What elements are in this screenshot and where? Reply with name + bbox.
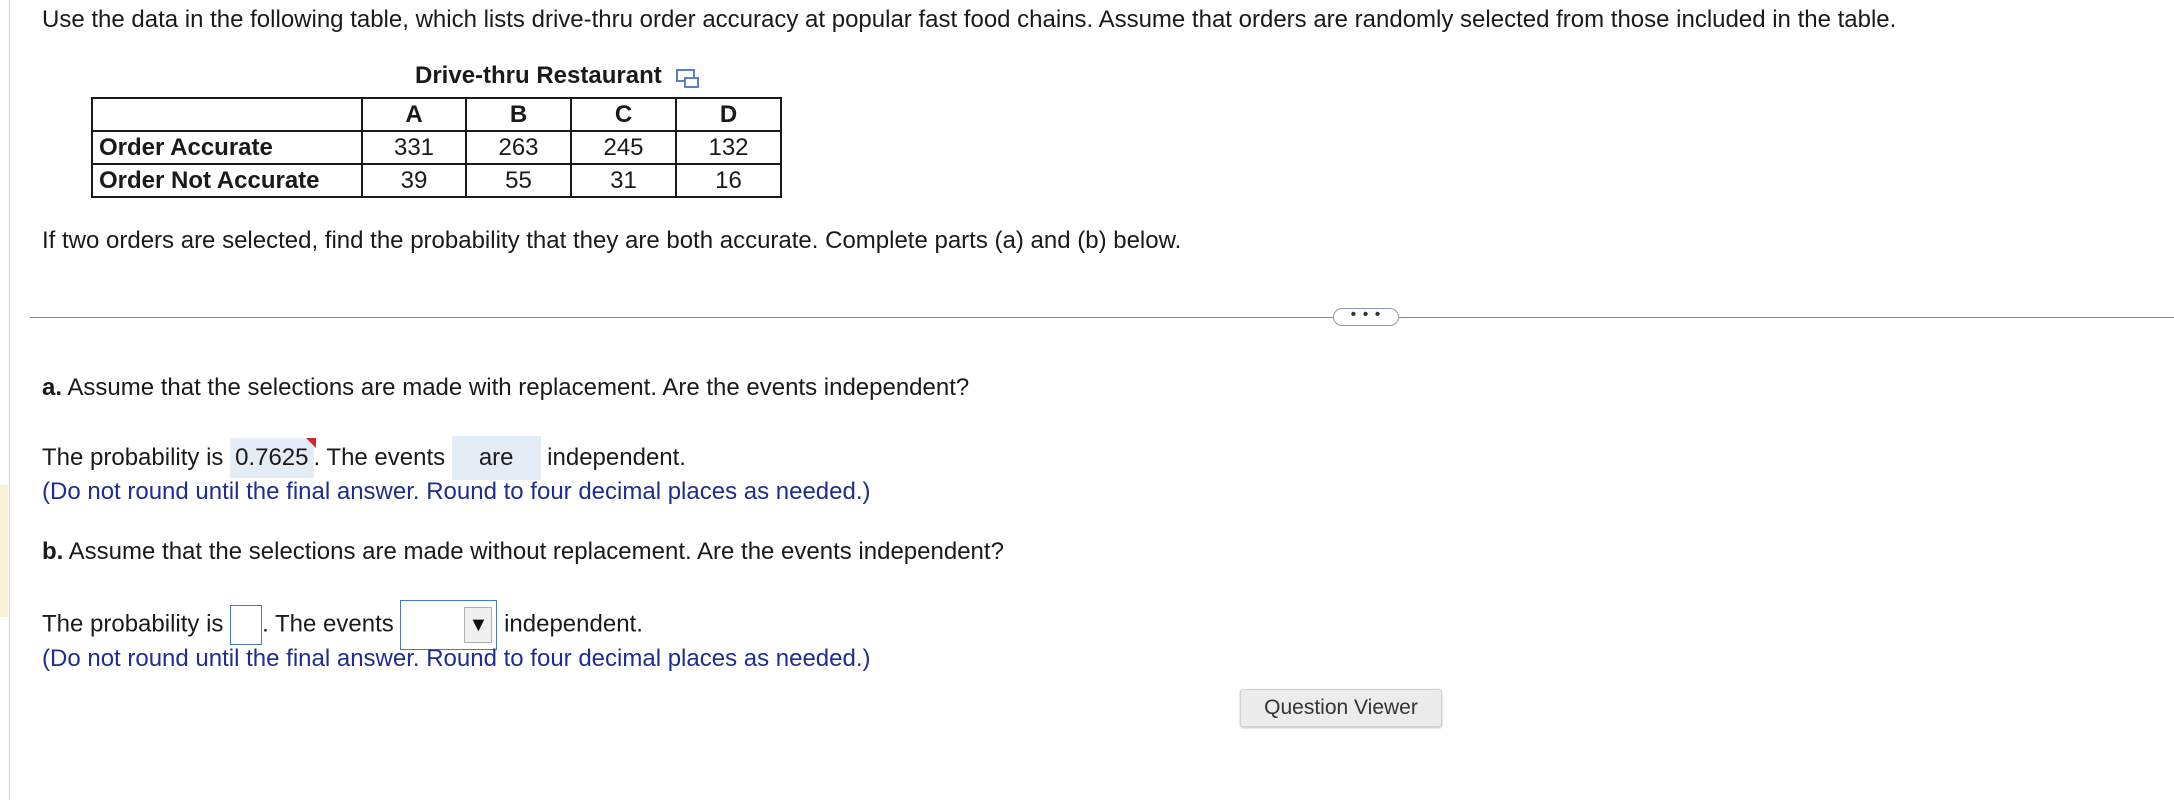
table-cell: 16 <box>675 163 782 198</box>
question-text: If two orders are selected, find the pro… <box>42 227 1182 254</box>
part-b-rounding-note: (Do not round until the final answer. Ro… <box>42 645 871 672</box>
left-border <box>9 0 10 800</box>
data-table: A B C D Order Accurate 331 263 245 132 O… <box>91 97 782 198</box>
part-b-events-suffix: independent. <box>504 610 643 638</box>
table-cell: 263 <box>465 130 572 165</box>
table-header-row: A B C D <box>91 97 782 132</box>
part-a-probability-value: 0.7625 <box>235 444 309 471</box>
table-header-cell: B <box>465 97 572 132</box>
left-accent-bar <box>0 485 8 617</box>
part-a-events-choice[interactable]: are <box>451 436 541 480</box>
part-a-events-prefix: . The events <box>313 444 446 471</box>
part-b-prompt-text: Assume that the selections are made with… <box>68 538 1004 565</box>
question-viewer-button[interactable]: Question Viewer <box>1240 689 1442 727</box>
intro-text: Use the data in the following table, whi… <box>42 6 1897 33</box>
part-a-label: a. <box>42 374 63 401</box>
row-label: Order Accurate <box>91 130 363 165</box>
table-cell: 39 <box>361 163 467 198</box>
table-cell: 31 <box>570 163 677 198</box>
part-b-prompt: b. Assume that the selections are made w… <box>42 538 1004 566</box>
part-a-prompt-text: Assume that the selections are made with… <box>67 374 970 401</box>
table-cell: 245 <box>570 130 677 165</box>
table-cell: 132 <box>675 130 782 165</box>
popout-icon[interactable] <box>676 69 700 88</box>
part-a-prompt: a. Assume that the selections are made w… <box>42 374 969 402</box>
row-label: Order Not Accurate <box>91 163 363 198</box>
table-header-cell <box>91 97 363 132</box>
dropdown-arrow-icon[interactable]: ▼ <box>464 607 493 643</box>
part-b-label: b. <box>42 538 64 565</box>
incorrect-flag-icon <box>305 438 316 448</box>
part-b-events-dropdown[interactable]: ▼ <box>400 600 498 650</box>
part-a-answer-line: The probability is 0.7625. The events ar… <box>42 436 686 480</box>
part-b-events-prefix: . The events <box>262 610 394 638</box>
part-a-prob-prefix: The probability is <box>42 444 224 471</box>
table-caption: Drive-thru Restaurant <box>415 62 700 90</box>
section-divider <box>30 317 2174 318</box>
part-a-events-suffix: independent. <box>547 444 686 471</box>
table-header-cell: C <box>570 97 677 132</box>
part-a-rounding-note: (Do not round until the final answer. Ro… <box>42 478 871 505</box>
part-b-prob-prefix: The probability is <box>42 610 224 638</box>
table-row: Order Not Accurate 39 55 31 16 <box>91 163 782 198</box>
part-b-answer-line: The probability is . The events ▼ indepe… <box>42 600 643 650</box>
table-header-cell: D <box>675 97 782 132</box>
part-b-probability-input[interactable] <box>230 605 263 645</box>
table-row: Order Accurate 331 263 245 132 <box>91 130 782 165</box>
table-caption-label: Drive-thru Restaurant <box>415 62 662 89</box>
table-header-cell: A <box>361 97 467 132</box>
part-a-probability-answer[interactable]: 0.7625 <box>230 438 316 478</box>
expand-more-button[interactable]: • • • <box>1333 307 1399 326</box>
table-cell: 331 <box>361 130 467 165</box>
table-cell: 55 <box>465 163 572 198</box>
